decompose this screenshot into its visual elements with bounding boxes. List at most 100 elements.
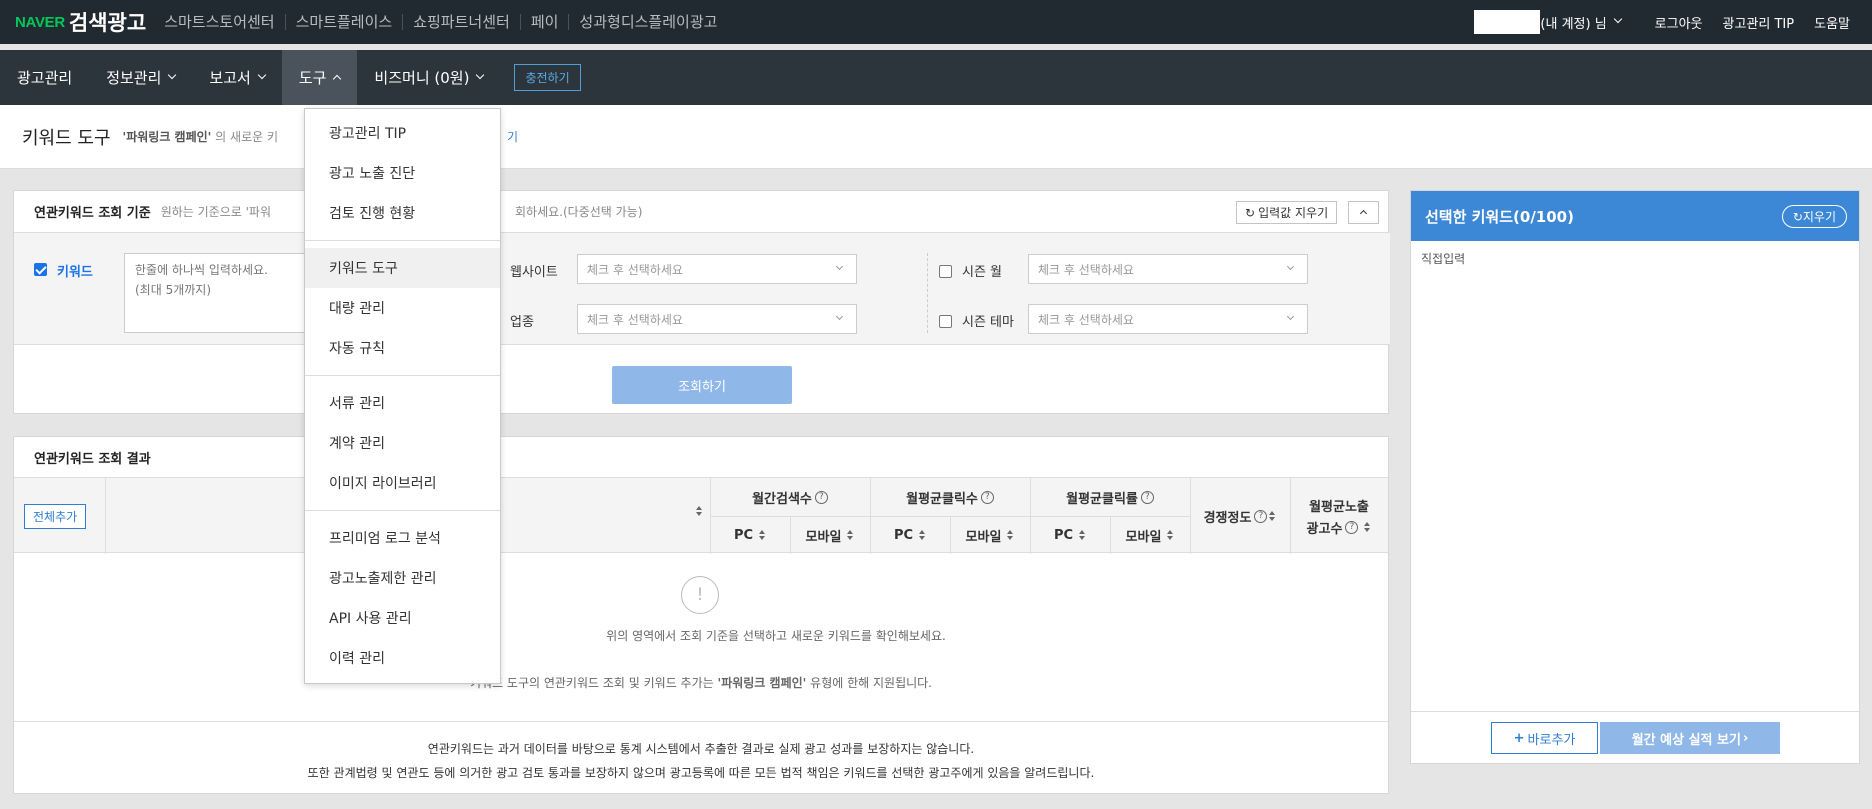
col-label: 모바일 [965, 529, 1002, 545]
product-name: 검색광고 [68, 11, 147, 35]
charge-button[interactable]: 충전하기 [514, 64, 581, 91]
footer-divider [1411, 711, 1859, 712]
keyword-textarea[interactable]: 한줄에 하나씩 입력하세요. (최대 5개까지) [124, 253, 319, 333]
select-placeholder: 체크 후 선택하세요 [1038, 312, 1134, 327]
add-all-button[interactable]: 전체추가 [24, 504, 87, 529]
col-ctr-pc[interactable]: PC [1030, 516, 1110, 554]
account-area: (내 계정) 님 로그아웃 광고관리 TIP 도움말 [1474, 0, 1850, 44]
dropdown-pad [305, 511, 500, 518]
menu-item-history[interactable]: 이력 관리 [305, 638, 500, 678]
industry-select[interactable]: 체크 후 선택하세요 [577, 304, 857, 334]
menu-item-api[interactable]: API 사용 관리 [305, 598, 500, 638]
season-theme-checkbox[interactable] [939, 315, 952, 328]
col-ctr-mobile[interactable]: 모바일 [1110, 516, 1190, 554]
nav-label: 도구 [298, 69, 327, 87]
nav-label: 정보관리 [106, 69, 162, 87]
account-menu[interactable]: (내 계정) 님 [1474, 10, 1622, 34]
clear-label: 지우기 [1802, 210, 1836, 224]
col-label: 월평균노출 [1309, 499, 1369, 515]
col-avg-clicks: 월평균클릭수? [870, 478, 1030, 516]
menu-item-bulk-management[interactable]: 대량 관리 [305, 288, 500, 328]
logout-link[interactable]: 로그아웃 [1655, 13, 1703, 32]
menu-item-ad-tip[interactable]: 광고관리 TIP [305, 113, 500, 153]
website-select[interactable]: 체크 후 선택하세요 [577, 254, 857, 284]
menu-item-contracts[interactable]: 계약 관리 [305, 423, 500, 463]
col-clicks-mobile[interactable]: 모바일 [950, 516, 1030, 554]
results-table-header: 전체추가 월간검색수? 월평균클릭수? 월평균클릭률? PC 모바일 PC 모바… [14, 477, 1388, 554]
service-link-1[interactable]: 스마트플레이스 [284, 14, 403, 30]
results-title: 연관키워드 조회 결과 [34, 451, 151, 467]
add-now-button[interactable]: + 바로추가 [1491, 722, 1598, 754]
service-link-3[interactable]: 페이 [519, 14, 569, 30]
select-placeholder: 체크 후 선택하세요 [587, 312, 683, 327]
sort-icon[interactable] [696, 506, 703, 516]
help-icon[interactable]: ? [1254, 509, 1268, 523]
sort-icon [1269, 511, 1276, 521]
nav-reports[interactable]: 보고서 [192, 50, 281, 105]
sort-icon [919, 530, 926, 540]
clear-input-button[interactable]: ↻ 입력값 지우기 [1236, 201, 1338, 224]
subtitle-text: 의 새로운 키 [215, 130, 279, 144]
menu-item-review-status[interactable]: 검토 진행 현황 [305, 193, 500, 233]
season-month-label: 시즌 월 [962, 265, 1003, 280]
nav-tools[interactable]: 도구 [281, 50, 358, 105]
logo[interactable]: NAVER 검색광고 [15, 0, 146, 44]
sort-icon [1079, 530, 1086, 540]
refresh-icon: ↻ [1792, 210, 1803, 224]
clear-input-label: 입력값 지우기 [1258, 206, 1329, 220]
help-icon[interactable]: ? [1140, 490, 1154, 504]
menu-item-image-library[interactable]: 이미지 라이브러리 [305, 463, 500, 503]
clear-selected-button[interactable]: ↻지우기 [1781, 205, 1847, 228]
menu-item-exposure-diagnosis[interactable]: 광고 노출 진단 [305, 153, 500, 193]
select-placeholder: 체크 후 선택하세요 [1038, 262, 1134, 277]
help-icon[interactable]: ? [980, 490, 994, 504]
criteria-title: 연관키워드 조회 기준 [34, 206, 151, 221]
nav-bizmoney[interactable]: 비즈머니 (0원) [357, 50, 500, 105]
season-month-checkbox[interactable] [939, 265, 952, 278]
col-search-mobile[interactable]: 모바일 [790, 516, 870, 554]
menu-item-premium-log[interactable]: 프리미엄 로그 분석 [305, 518, 500, 558]
col-avg-ad-count[interactable]: 월평균노출 광고수? [1290, 478, 1388, 554]
estimate-button[interactable]: 월간 예상 실적 보기 › [1600, 722, 1780, 754]
disclaimer-line: 연관키워드는 과거 데이터를 바탕으로 통계 시스템에서 추출한 결과로 실제 … [427, 742, 975, 756]
col-competition[interactable]: 경쟁정도? [1190, 478, 1290, 554]
menu-item-exposure-limit[interactable]: 광고노출제한 관리 [305, 558, 500, 598]
nav-ad-management[interactable]: 광고관리 [0, 50, 89, 105]
col-divider [105, 478, 106, 554]
chevron-down-icon [835, 262, 844, 271]
help-icon[interactable]: ? [814, 490, 828, 504]
collapse-button[interactable] [1348, 201, 1379, 224]
menu-item-keyword-tool[interactable]: 키워드 도구 [305, 248, 500, 288]
tip-link[interactable]: 광고관리 TIP [1723, 13, 1795, 32]
page-title: 키워드 도구 [22, 127, 111, 149]
col-label: PC [1053, 527, 1074, 543]
search-button[interactable]: 조회하기 [612, 366, 792, 404]
help-icon[interactable]: ? [1345, 520, 1359, 534]
col-search-pc[interactable]: PC [710, 516, 790, 554]
col-clicks-pc[interactable]: PC [870, 516, 950, 554]
service-link-2[interactable]: 쇼핑파트너센터 [402, 14, 520, 30]
season-month-select[interactable]: 체크 후 선택하세요 [1028, 254, 1308, 284]
disclaimer-line: 또한 관계법령 및 연관도 등에 의거한 광고 검토 통과를 보장하지 않으며 … [307, 766, 1095, 780]
keyword-limit-hint: (최대 5개까지) [135, 283, 212, 297]
service-link-4[interactable]: 성과형디스플레이광고 [568, 14, 727, 30]
divider [927, 253, 928, 333]
help-link[interactable]: 기 [507, 128, 518, 145]
direct-input-area[interactable]: 직접입력 [1411, 241, 1859, 711]
criteria-hint: 원하는 기준으로 '파워 [160, 205, 271, 219]
menu-item-auto-rules[interactable]: 자동 규칙 [305, 328, 500, 368]
keyword-checkbox[interactable] [34, 263, 47, 276]
nav-info-management[interactable]: 정보관리 [89, 50, 192, 105]
disclaimer: 연관키워드는 과거 데이터를 바탕으로 통계 시스템에서 추출한 결과로 실제 … [14, 737, 1388, 785]
naver-logo: NAVER [15, 13, 65, 31]
criteria-hint-tail: 회하세요.(다중선택 가능) [515, 205, 643, 219]
service-link-0[interactable]: 스마트스토어센터 [154, 14, 284, 30]
page-subtitle: '파워링크 캠페인' 의 새로운 키 [123, 128, 278, 145]
col-avg-ctr: 월평균클릭률? [1030, 478, 1190, 516]
menu-item-documents[interactable]: 서류 관리 [305, 383, 500, 423]
sort-icon [1167, 530, 1174, 540]
season-theme-select[interactable]: 체크 후 선택하세요 [1028, 304, 1308, 334]
help-link[interactable]: 도움말 [1814, 13, 1850, 32]
nav-label: 보고서 [209, 69, 251, 87]
note-text: 유형에 한해 지원됩니다. [810, 676, 933, 690]
